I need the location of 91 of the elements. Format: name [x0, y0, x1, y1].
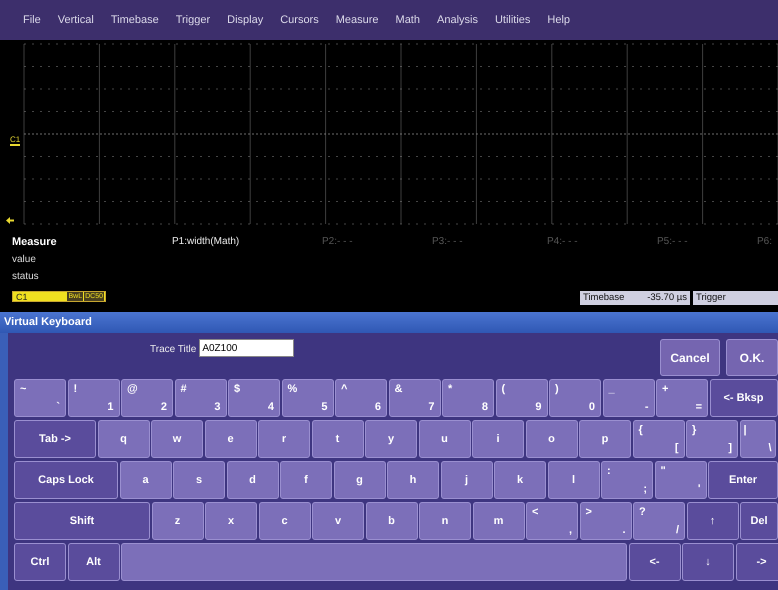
menu-item[interactable]: Utilities: [490, 11, 536, 29]
menu-item[interactable]: Timebase: [106, 11, 164, 29]
keyboard-key[interactable]: z: [152, 502, 204, 540]
keyboard-key[interactable]: Enter: [708, 461, 778, 499]
keyboard-key[interactable]: g: [334, 461, 386, 499]
keyboard-key[interactable]: ->: [736, 543, 778, 581]
keyboard-key[interactable]: @ 2: [121, 379, 173, 417]
trigger-panel[interactable]: Trigger: [693, 291, 778, 305]
menu-item[interactable]: Measure: [330, 11, 384, 29]
keyboard-key[interactable]: _ -: [602, 379, 654, 417]
menu-item[interactable]: Help: [542, 11, 576, 29]
keyboard-key[interactable]: ^ 6: [335, 379, 387, 417]
keyboard-key[interactable]: v: [312, 502, 364, 540]
space-bar[interactable]: [121, 543, 627, 581]
keyboard-key[interactable]: | \: [740, 420, 776, 458]
keyboard-key[interactable]: ↑: [686, 502, 738, 540]
keyboard-key[interactable]: : ;: [601, 461, 653, 499]
field-label: Trace Title: [150, 344, 196, 355]
keyboard-key[interactable]: q: [98, 420, 150, 458]
keyboard-key[interactable]: f: [280, 461, 332, 499]
timebase-panel[interactable]: Timebase -35.70 µs: [580, 291, 690, 305]
keyboard-key[interactable]: <- Bksp: [710, 379, 778, 417]
timebase-label: Timebase: [583, 292, 624, 304]
keyboard-key[interactable]: ( 9: [496, 379, 548, 417]
keyboard-key[interactable]: s: [173, 461, 225, 499]
keyboard-key[interactable]: u: [418, 420, 470, 458]
keyboard-key[interactable]: o: [526, 420, 578, 458]
keyboard-key[interactable]: n: [419, 502, 471, 540]
keyboard-key[interactable]: a: [120, 461, 172, 499]
keyboard-key[interactable]: ) 0: [549, 379, 601, 417]
ok-button[interactable]: O.K.: [726, 339, 778, 376]
keyboard-key[interactable]: ↓: [682, 543, 734, 581]
keyboard-key[interactable]: ! 1: [68, 379, 120, 417]
menu-item[interactable]: Math: [390, 11, 425, 29]
keyboard-key[interactable]: h: [387, 461, 439, 499]
trace-title-field[interactable]: A0Z100: [199, 339, 294, 357]
keyboard-key[interactable]: ? /: [633, 502, 685, 540]
keyboard-key[interactable]: + =: [656, 379, 708, 417]
keyboard-key[interactable]: d: [226, 461, 278, 499]
keyboard-key[interactable]: { [: [632, 420, 684, 458]
keyboard-key[interactable]: p: [579, 420, 631, 458]
row-label: status: [12, 271, 40, 284]
menu-item[interactable]: Display: [222, 11, 268, 29]
measure-title: Measure: [12, 236, 58, 250]
keyboard-key[interactable]: j: [440, 461, 492, 499]
channel-name: C1: [16, 292, 28, 302]
keyboard-key[interactable]: t: [312, 420, 364, 458]
keyboard-key[interactable]: # 3: [174, 379, 226, 417]
keyboard-key[interactable]: c: [258, 502, 310, 540]
keyboard-key[interactable]: l: [548, 461, 600, 499]
keyboard-key[interactable]: k: [494, 461, 546, 499]
keyboard-key[interactable]: * 8: [442, 379, 494, 417]
keyboard-key[interactable]: e: [204, 420, 256, 458]
keyboard-key[interactable]: Caps Lock: [14, 461, 118, 499]
parameter-label[interactable]: P6:: [757, 236, 777, 250]
menu-item[interactable]: Analysis: [432, 11, 483, 29]
keyboard-key[interactable]: ~ `: [14, 379, 66, 417]
cancel-button[interactable]: Cancel: [660, 339, 720, 376]
keyboard-key[interactable]: r: [258, 420, 310, 458]
menu-item[interactable]: Vertical: [52, 11, 99, 29]
keyboard-key[interactable]: i: [472, 420, 524, 458]
keyboard-key[interactable]: m: [472, 502, 524, 540]
menu-item[interactable]: File: [18, 11, 46, 29]
keyboard-key[interactable]: Shift: [14, 502, 150, 540]
parameter-label[interactable]: P2:- - -: [322, 236, 432, 250]
menu-item[interactable]: Trigger: [170, 11, 216, 29]
arrow-icon: [6, 217, 14, 224]
keyboard-key[interactable]: % 5: [282, 379, 334, 417]
parameter-label[interactable]: P1:width(Math): [172, 236, 322, 250]
keyboard-key[interactable]: < ,: [526, 502, 578, 540]
keyboard-key[interactable]: & 7: [388, 379, 440, 417]
keyboard-key[interactable]: x: [205, 502, 257, 540]
window-title: Virtual Keyboard: [0, 312, 778, 333]
keyboard-key[interactable]: <-: [628, 543, 680, 581]
parameter-label[interactable]: P5:- - -: [657, 236, 757, 250]
keyboard-key[interactable]: w: [151, 420, 203, 458]
keyboard-key[interactable]: } ]: [686, 420, 738, 458]
parameter-label[interactable]: P4:- - -: [547, 236, 657, 250]
keyboard-key[interactable]: Alt: [68, 543, 120, 581]
keyboard-key[interactable]: Tab ->: [14, 420, 96, 458]
keyboard-key[interactable]: b: [366, 502, 418, 540]
keyboard-key[interactable]: " ': [654, 461, 706, 499]
parameter-label[interactable]: P3:- - -: [432, 236, 547, 250]
menu-item[interactable]: Cursors: [275, 11, 324, 29]
timebase-value: -35.70 µs: [647, 292, 687, 304]
keyboard-key[interactable]: $ 4: [228, 379, 280, 417]
row-label: value: [12, 254, 37, 267]
keyboard-key[interactable]: Del: [740, 502, 778, 540]
keyboard-key[interactable]: > .: [580, 502, 632, 540]
keyboard-key[interactable]: y: [365, 420, 417, 458]
keyboard-key[interactable]: Ctrl: [14, 543, 66, 581]
